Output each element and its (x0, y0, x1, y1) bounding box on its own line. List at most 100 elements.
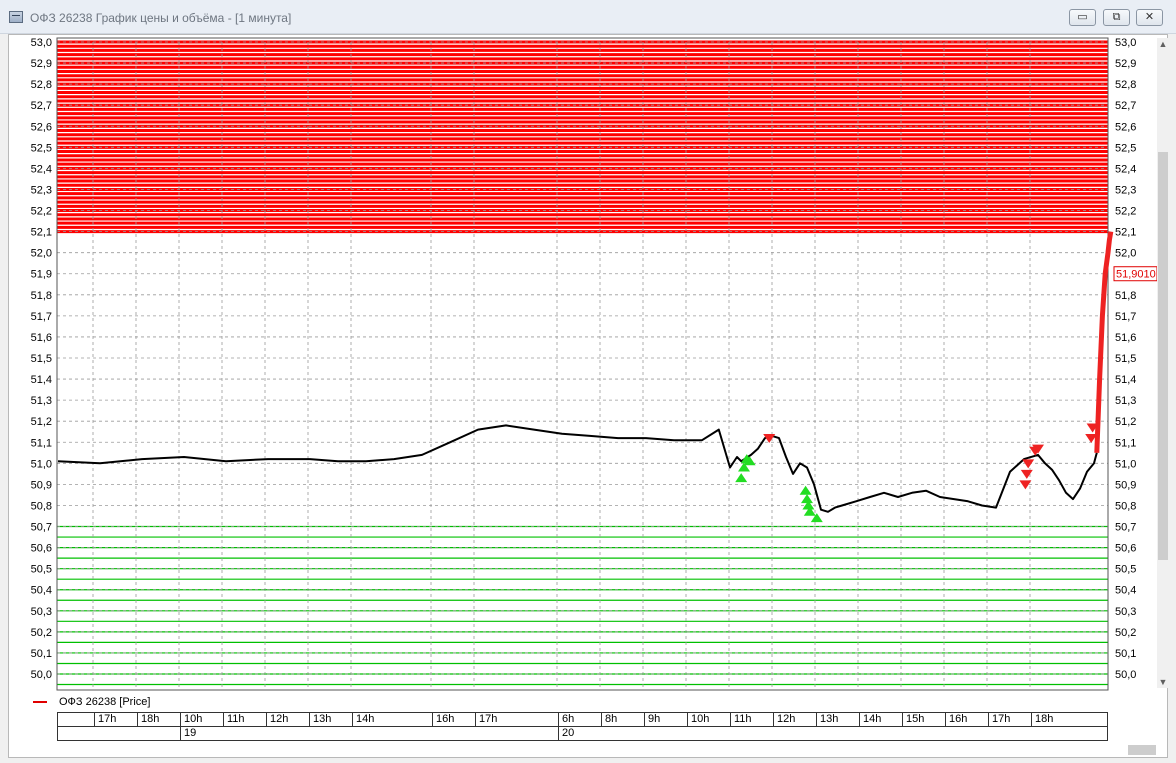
y-tick-label-right: 52,7 (1115, 100, 1136, 112)
hour-tick-label: 6h (558, 713, 574, 726)
day-tick-label: 19 (180, 727, 196, 740)
buy-marker-icon (799, 485, 812, 495)
y-tick-label-left: 52,9 (31, 58, 52, 70)
y-tick-label-right: 52,4 (1115, 163, 1136, 175)
vertical-scrollbar[interactable]: ▲ ▼ (1157, 38, 1169, 688)
y-tick-label-right: 51,1 (1115, 437, 1136, 449)
hour-tick-label: 12h (773, 713, 795, 726)
hour-tick-label: 16h (432, 713, 454, 726)
y-tick-label-left: 52,3 (31, 184, 52, 196)
hour-tick-label: 17h (475, 713, 497, 726)
y-tick-label-right: 52,1 (1115, 227, 1136, 239)
y-tick-label-left: 50,5 (31, 564, 52, 576)
time-axis: 17h 18h 10h 11h 12h 13h 14h 16h 17h 6h 8h 9h 10h 11h 1… (57, 712, 1108, 742)
y-tick-label-right: 50,7 (1115, 522, 1136, 534)
y-tick-label-left: 50,3 (31, 606, 52, 618)
y-tick-label-right: 50,8 (1115, 500, 1136, 512)
y-tick-label-left: 52,6 (31, 121, 52, 133)
y-tick-label-right: 52,2 (1115, 206, 1136, 218)
y-tick-label-right: 50,3 (1115, 606, 1136, 618)
y-tick-label-left: 53,0 (31, 37, 52, 49)
y-tick-label-right: 52,0 (1115, 248, 1136, 260)
hour-tick-label: 18h (137, 713, 159, 726)
y-tick-label-left: 51,8 (31, 290, 52, 302)
y-tick-label-right: 52,9 (1115, 58, 1136, 70)
y-tick-label-right: 51,7 (1115, 311, 1136, 323)
y-tick-label-left: 52,2 (31, 206, 52, 218)
price-tag: 51,9010 (1116, 269, 1156, 281)
y-tick-label-left: 51,1 (31, 437, 52, 449)
hour-tick-label: 13h (309, 713, 331, 726)
y-tick-label-right: 50,2 (1115, 627, 1136, 639)
y-tick-label-right: 50,6 (1115, 543, 1136, 555)
y-tick-label-right: 51,2 (1115, 416, 1136, 428)
y-tick-label-left: 50,9 (31, 479, 52, 491)
y-tick-label-right: 52,3 (1115, 184, 1136, 196)
hour-tick-label: 9h (644, 713, 660, 726)
y-tick-label-right: 52,6 (1115, 121, 1136, 133)
hour-tick-label: 14h (859, 713, 881, 726)
y-tick-label-left: 52,8 (31, 79, 52, 91)
y-tick-label-left: 50,4 (31, 585, 52, 597)
legend: ОФЗ 26238 [Price] (33, 694, 150, 710)
y-tick-label-right: 51,4 (1115, 374, 1136, 386)
vertical-scroll-thumb[interactable] (1158, 152, 1168, 560)
y-tick-label-left: 51,2 (31, 416, 52, 428)
y-tick-label-right: 50,4 (1115, 585, 1136, 597)
y-tick-label-right: 51,3 (1115, 395, 1136, 407)
y-tick-label-left: 50,7 (31, 522, 52, 534)
hour-tick-label: 16h (945, 713, 967, 726)
hour-axis-row: 17h 18h 10h 11h 12h 13h 14h 16h 17h 6h 8h 9h 10h 11h 1… (57, 712, 1108, 727)
y-tick-label-left: 50,1 (31, 648, 52, 660)
y-tick-label-left: 51,4 (31, 374, 52, 386)
y-tick-label-right: 51,8 (1115, 290, 1136, 302)
hour-tick-label: 12h (266, 713, 288, 726)
y-tick-label-left: 52,7 (31, 100, 52, 112)
scroll-down-arrow-icon[interactable]: ▼ (1157, 676, 1169, 688)
sell-marker-icon (1020, 469, 1033, 479)
y-tick-label-right: 52,5 (1115, 142, 1136, 154)
y-tick-label-left: 52,4 (31, 163, 52, 175)
scroll-up-arrow-icon[interactable]: ▲ (1157, 38, 1169, 50)
buy-marker-icon (735, 473, 748, 483)
hour-tick-label: 10h (180, 713, 202, 726)
legend-line-icon (33, 701, 47, 703)
y-tick-label-left: 51,6 (31, 332, 52, 344)
y-tick-label-right: 52,8 (1115, 79, 1136, 91)
sell-marker-icon (1022, 459, 1035, 469)
hour-tick-label: 17h (988, 713, 1010, 726)
hour-tick-label: 17h (94, 713, 116, 726)
hour-tick-label: 11h (223, 713, 245, 726)
hour-tick-label: 11h (730, 713, 752, 726)
horizontal-scroll-thumb[interactable] (1128, 745, 1156, 755)
y-tick-label-right: 50,5 (1115, 564, 1136, 576)
day-tick-label: 20 (558, 727, 574, 740)
y-tick-label-left: 50,2 (31, 627, 52, 639)
y-tick-label-left: 51,0 (31, 458, 52, 470)
y-tick-label-left: 51,7 (31, 311, 52, 323)
price-series-line (57, 424, 1098, 513)
y-tick-label-right: 50,0 (1115, 669, 1136, 681)
y-tick-label-right: 51,5 (1115, 353, 1136, 365)
hour-tick-label: 10h (687, 713, 709, 726)
y-tick-label-right: 53,0 (1115, 37, 1136, 49)
y-tick-label-left: 50,6 (31, 543, 52, 555)
legend-label: ОФЗ 26238 [Price] (59, 696, 151, 708)
hour-tick-label: 15h (902, 713, 924, 726)
day-axis-row: 19 20 (57, 726, 1108, 741)
y-tick-label-left: 52,0 (31, 248, 52, 260)
y-tick-label-left: 51,9 (31, 269, 52, 281)
y-tick-label-left: 51,3 (31, 395, 52, 407)
y-tick-label-left: 52,1 (31, 227, 52, 239)
y-tick-label-left: 50,8 (31, 500, 52, 512)
hour-tick-label: 18h (1031, 713, 1053, 726)
price-chart[interactable]: 53,0 53,0 52,9 52,9 52,8 52,8 52,7 52,7 52,6 52,6… (0, 0, 1176, 763)
rally-series-line (1094, 231, 1114, 453)
y-tick-label-left: 51,5 (31, 353, 52, 365)
hour-tick-label: 13h (816, 713, 838, 726)
y-tick-label-right: 50,1 (1115, 648, 1136, 660)
y-tick-label-right: 51,0 (1115, 458, 1136, 470)
y-tick-label-left: 50,0 (31, 669, 52, 681)
buy-marker-icon (801, 494, 813, 504)
hour-tick-label: 14h (352, 713, 374, 726)
